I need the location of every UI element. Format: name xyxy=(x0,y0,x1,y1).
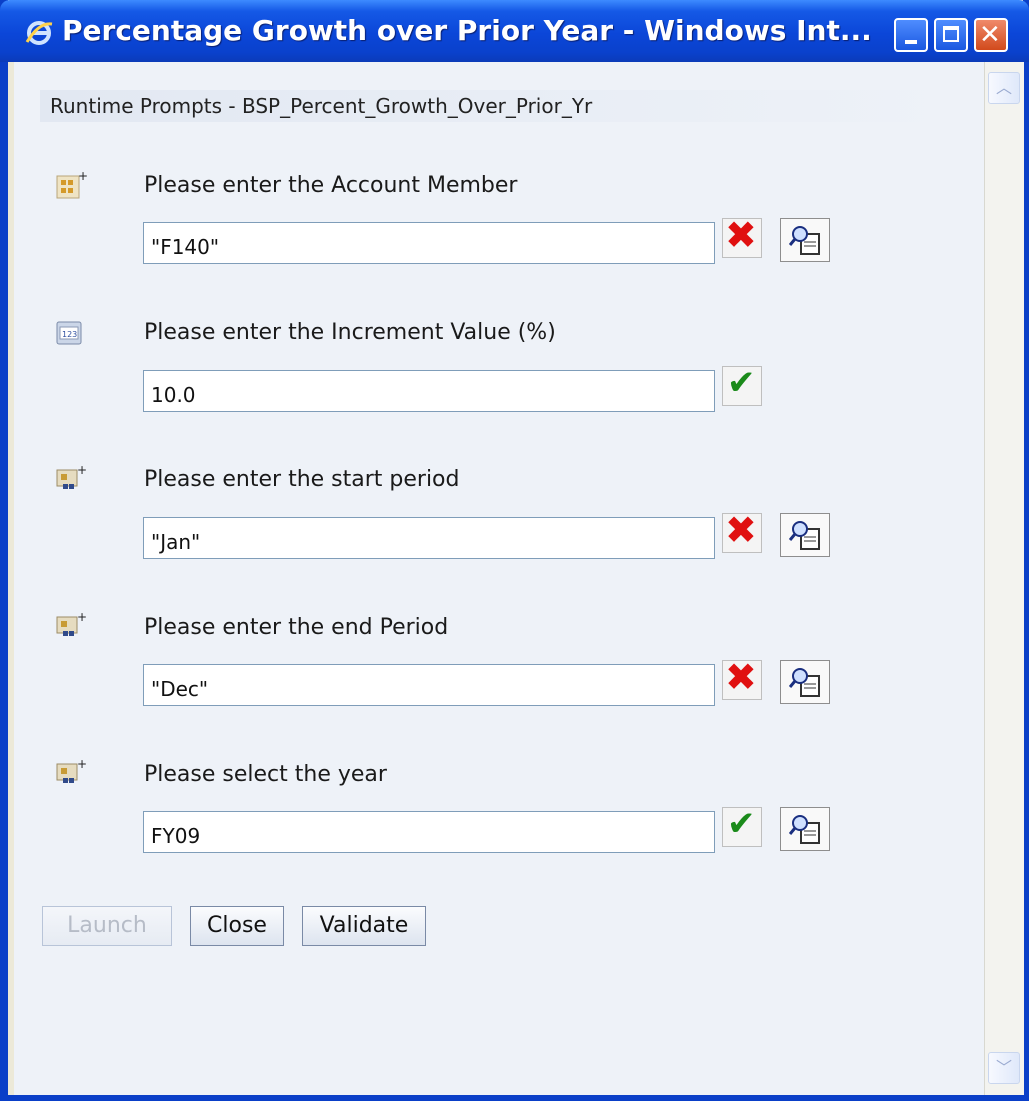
increment-value-input[interactable] xyxy=(143,370,715,412)
dimension-prompt-icon: + xyxy=(56,611,87,636)
year-input[interactable] xyxy=(143,811,715,853)
end-period-invalid-button[interactable]: ✖ xyxy=(722,655,762,700)
start-period-label: Please enter the start period xyxy=(144,467,460,492)
member-selector-icon xyxy=(789,226,820,255)
close-icon: ✕ xyxy=(979,20,1001,50)
invalid-x-icon: ✖ xyxy=(725,655,757,699)
start-period-input[interactable] xyxy=(143,517,715,559)
numeric-prompt-icon: 123 xyxy=(56,321,82,345)
vertical-scrollbar[interactable]: ︿ ﹀ xyxy=(984,62,1024,1095)
valid-check-icon: ✔ xyxy=(727,363,756,403)
internet-explorer-icon xyxy=(25,21,53,45)
validate-button[interactable]: Validate xyxy=(302,906,426,946)
year-lookup-button[interactable] xyxy=(780,807,830,851)
close-button[interactable]: Close xyxy=(190,906,284,946)
window-titlebar[interactable]: Percentage Growth over Prior Year - Wind… xyxy=(0,0,1029,62)
minimize-icon xyxy=(905,40,917,44)
scroll-down-button[interactable]: ﹀ xyxy=(988,1052,1020,1084)
end-period-label: Please enter the end Period xyxy=(144,615,449,640)
launch-button[interactable]: Launch xyxy=(42,906,172,946)
end-period-input[interactable] xyxy=(143,664,715,706)
valid-check-icon: ✔ xyxy=(727,804,756,844)
maximize-button[interactable] xyxy=(934,18,968,52)
account-member-label: Please enter the Account Member xyxy=(144,173,518,198)
year-label: Please select the year xyxy=(144,762,387,787)
account-member-invalid-button[interactable]: ✖ xyxy=(722,213,762,258)
start-period-invalid-button[interactable]: ✖ xyxy=(722,508,762,553)
window-close-button[interactable]: ✕ xyxy=(974,18,1008,52)
increment-value-valid-button[interactable]: ✔ xyxy=(722,363,762,406)
year-valid-button[interactable]: ✔ xyxy=(722,804,762,847)
member-selector-icon xyxy=(789,815,820,844)
minimize-button[interactable] xyxy=(894,18,928,52)
dimension-prompt-icon: + xyxy=(56,464,87,489)
window-title: Percentage Growth over Prior Year - Wind… xyxy=(62,14,872,47)
svg-text:+: + xyxy=(77,464,87,477)
account-member-input[interactable] xyxy=(143,222,715,264)
svg-text:+: + xyxy=(78,170,87,183)
member-prompt-icon: + xyxy=(56,170,87,199)
dimension-prompt-icon: + xyxy=(56,758,87,783)
chevron-down-icon: ﹀ xyxy=(995,1058,1012,1077)
scroll-up-button[interactable]: ︿ xyxy=(988,72,1020,104)
maximize-icon xyxy=(943,26,959,42)
svg-text:123: 123 xyxy=(62,330,77,339)
invalid-x-icon: ✖ xyxy=(725,213,757,257)
runtime-prompts-header: Runtime Prompts - BSP_Percent_Growth_Ove… xyxy=(40,90,964,122)
svg-text:+: + xyxy=(77,758,87,771)
svg-text:+: + xyxy=(77,611,87,624)
chevron-up-icon: ︿ xyxy=(995,78,1012,97)
account-member-lookup-button[interactable] xyxy=(780,218,830,262)
invalid-x-icon: ✖ xyxy=(725,508,757,552)
increment-value-label: Please enter the Increment Value (%) xyxy=(144,320,556,345)
member-selector-icon xyxy=(789,668,820,697)
member-selector-icon xyxy=(789,521,820,550)
start-period-lookup-button[interactable] xyxy=(780,513,830,557)
end-period-lookup-button[interactable] xyxy=(780,660,830,704)
